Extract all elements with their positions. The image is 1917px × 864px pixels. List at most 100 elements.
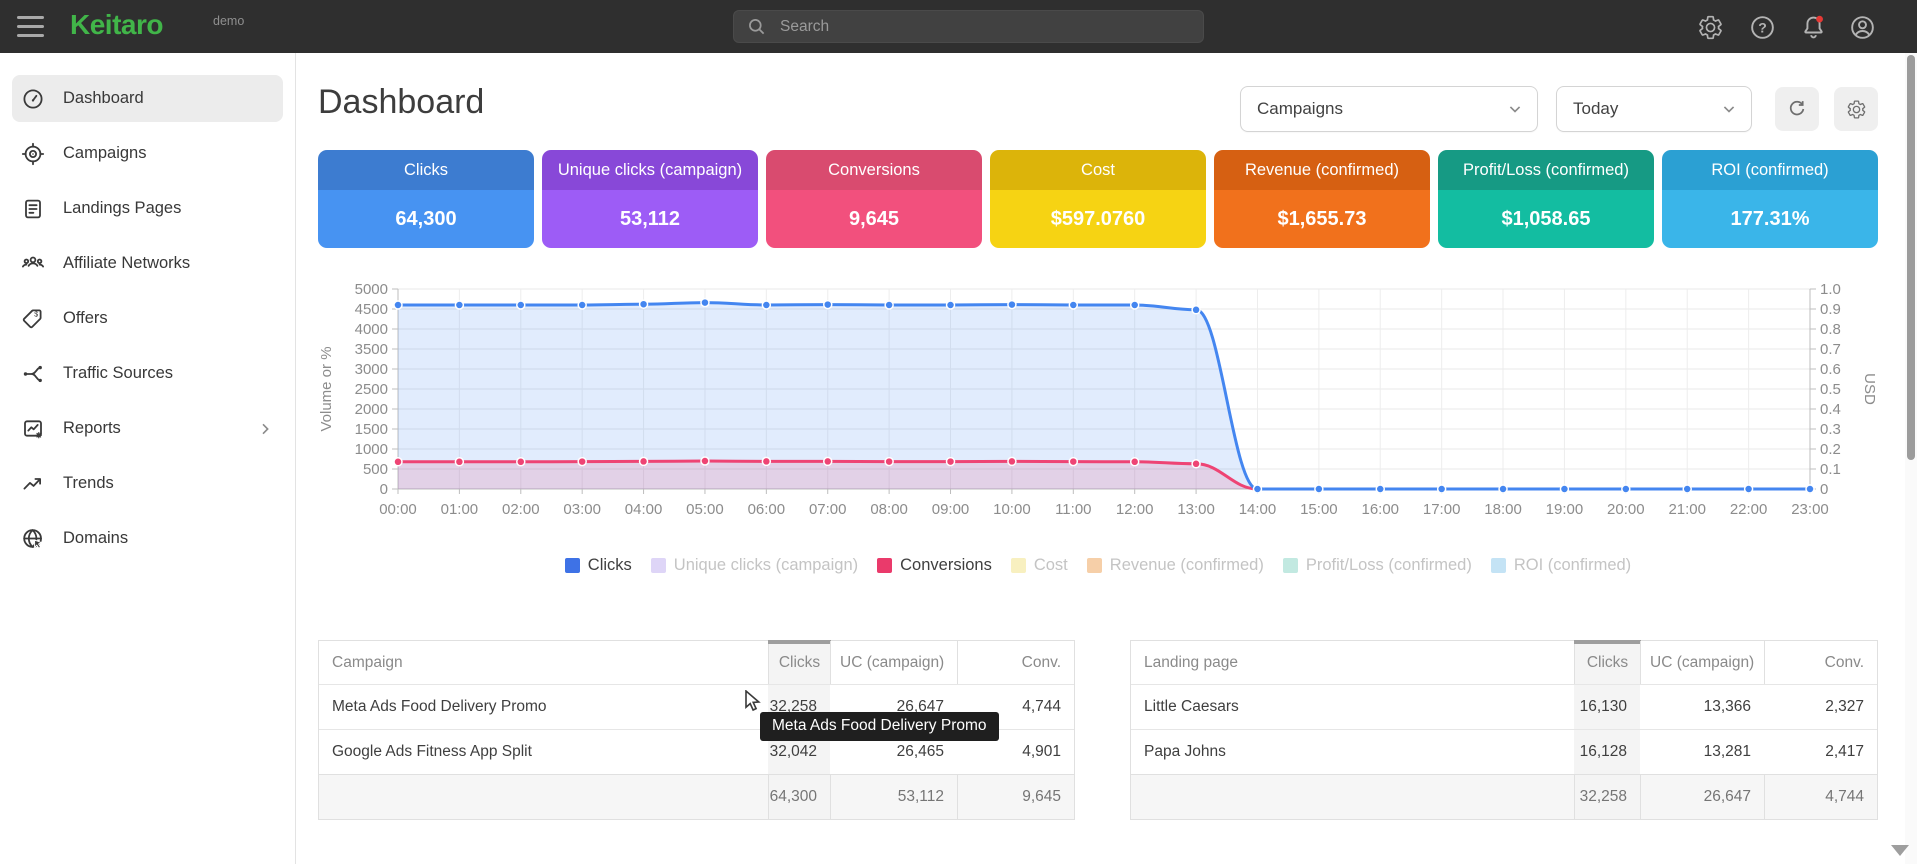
legend-item-revenue-confirmed[interactable]: Revenue (confirmed) <box>1087 556 1264 575</box>
metric-card-profit-loss-confirmed[interactable]: Profit/Loss (confirmed)$1,058.65 <box>1438 150 1654 248</box>
sidebar-item-label: Reports <box>63 419 121 438</box>
svg-text:09:00: 09:00 <box>932 501 970 518</box>
dashboard-settings-button[interactable] <box>1834 87 1878 131</box>
sidebar-item-campaigns[interactable]: Campaigns <box>0 126 295 181</box>
metric-card-conversions[interactable]: Conversions9,645 <box>766 150 982 248</box>
chart-legend: Clicks Unique clicks (campaign) Conversion… <box>318 551 1878 579</box>
branch-icon <box>21 362 45 386</box>
table-row[interactable]: Papa Johns16,12813,2812,417 <box>1131 729 1877 774</box>
legend-label: Revenue (confirmed) <box>1110 556 1264 575</box>
notifications-icon[interactable] <box>1800 14 1827 41</box>
chevron-down-icon <box>1719 99 1739 119</box>
metric-card-cost[interactable]: Cost$597.0760 <box>990 150 1206 248</box>
svg-text:0.9: 0.9 <box>1820 301 1841 318</box>
svg-text:23:00: 23:00 <box>1791 501 1829 518</box>
sidebar-item-label: Landings Pages <box>63 199 181 218</box>
row-uc: 13,281 <box>1640 730 1764 774</box>
legend-swatch <box>1491 558 1506 573</box>
row-label[interactable]: Google Ads Fitness App Split <box>319 730 768 774</box>
svg-text:00:00: 00:00 <box>379 501 417 518</box>
sidebar-item-traffic-sources[interactable]: Traffic Sources <box>0 346 295 401</box>
date-range-select[interactable]: Today <box>1556 86 1752 132</box>
table-header-uc-campaign[interactable]: UC (campaign) <box>830 641 957 684</box>
legend-item-conversions[interactable]: Conversions <box>877 556 992 575</box>
table-header-conv[interactable]: Conv. <box>957 641 1074 684</box>
logo-demo-badge: demo <box>213 14 244 28</box>
svg-text:0.4: 0.4 <box>1820 401 1841 418</box>
table-header-conv[interactable]: Conv. <box>1764 641 1877 684</box>
row-label[interactable]: Meta Ads Food Delivery Promo <box>319 685 768 729</box>
svg-text:08:00: 08:00 <box>870 501 908 518</box>
row-tooltip: Meta Ads Food Delivery Promo <box>760 712 999 741</box>
trend-up-icon <box>21 472 45 496</box>
sidebar-item-landings-pages[interactable]: Landings Pages <box>0 181 295 236</box>
global-search[interactable] <box>733 10 1204 43</box>
row-uc: 13,366 <box>1640 685 1764 729</box>
svg-text:03:00: 03:00 <box>563 501 601 518</box>
sidebar-item-domains[interactable]: Domains <box>0 511 295 566</box>
svg-text:0: 0 <box>380 481 388 498</box>
refresh-button[interactable] <box>1775 87 1819 131</box>
active-highlight <box>12 515 283 562</box>
metric-card-label: Revenue (confirmed) <box>1214 150 1430 190</box>
legend-label: ROI (confirmed) <box>1514 556 1631 575</box>
menu-toggle-icon[interactable] <box>17 16 44 37</box>
sidebar-item-offers[interactable]: $Offers <box>0 291 295 346</box>
active-highlight <box>12 460 283 507</box>
grouping-select-value: Campaigns <box>1257 99 1505 119</box>
metric-card-roi-confirmed[interactable]: ROI (confirmed)177.31% <box>1662 150 1878 248</box>
scrollbar-thumb[interactable] <box>1907 55 1915 460</box>
table-header-landing-page[interactable]: Landing page <box>1131 641 1574 684</box>
legend-label: Cost <box>1034 556 1068 575</box>
legend-item-profit-loss-confirmed[interactable]: Profit/Loss (confirmed) <box>1283 556 1472 575</box>
metric-card-value: 53,112 <box>542 190 758 248</box>
svg-text:0.7: 0.7 <box>1820 341 1841 358</box>
totals-uc: 26,647 <box>1640 775 1764 819</box>
legend-item-unique-clicks-campaign[interactable]: Unique clicks (campaign) <box>651 556 858 575</box>
row-conv: 2,327 <box>1764 685 1877 729</box>
metric-card-clicks[interactable]: Clicks64,300 <box>318 150 534 248</box>
legend-item-clicks[interactable]: Clicks <box>565 556 632 575</box>
search-icon <box>747 17 766 36</box>
help-icon[interactable]: ? <box>1749 14 1776 41</box>
totals-clicks: 64,300 <box>768 775 830 819</box>
grouping-select[interactable]: Campaigns <box>1240 86 1538 132</box>
totals-uc: 53,112 <box>830 775 957 819</box>
sidebar-nav: DashboardCampaigns Landings Pages Affiliat… <box>0 71 295 566</box>
table-header-clicks[interactable]: Clicks <box>768 641 830 684</box>
svg-text:500: 500 <box>363 461 388 478</box>
metric-card-label: ROI (confirmed) <box>1662 150 1878 190</box>
keitaro-logo[interactable]: Keitaro <box>70 9 163 41</box>
landing-doc-icon <box>21 197 45 221</box>
row-label[interactable]: Papa Johns <box>1131 730 1574 774</box>
metric-card-unique-clicks-campaign[interactable]: Unique clicks (campaign)53,112 <box>542 150 758 248</box>
sidebar-item-affiliate-networks[interactable]: Affiliate Networks <box>0 236 295 291</box>
row-label[interactable]: Little Caesars <box>1131 685 1574 729</box>
svg-text:0.1: 0.1 <box>1820 461 1841 478</box>
table-header-uc-campaign[interactable]: UC (campaign) <box>1640 641 1764 684</box>
active-highlight <box>12 405 283 452</box>
search-input[interactable] <box>778 17 1203 37</box>
metric-card-revenue-confirmed[interactable]: Revenue (confirmed)$1,655.73 <box>1214 150 1430 248</box>
totals-clicks: 32,258 <box>1574 775 1640 819</box>
legend-item-cost[interactable]: Cost <box>1011 556 1068 575</box>
svg-text:5000: 5000 <box>355 281 388 298</box>
table-row[interactable]: Little Caesars16,13013,3662,327 <box>1131 684 1877 729</box>
sidebar-item-label: Domains <box>63 529 128 548</box>
svg-text:18:00: 18:00 <box>1484 501 1522 518</box>
scroll-down-arrow-icon[interactable] <box>1891 845 1909 856</box>
account-icon[interactable] <box>1849 14 1876 41</box>
metric-cards-row: Clicks64,300Unique clicks (campaign)53,1… <box>318 150 1878 248</box>
svg-text:Volume or %: Volume or % <box>318 346 335 431</box>
metric-card-label: Unique clicks (campaign) <box>542 150 758 190</box>
settings-icon[interactable] <box>1697 14 1724 41</box>
legend-item-roi-confirmed[interactable]: ROI (confirmed) <box>1491 556 1631 575</box>
active-highlight <box>12 75 283 122</box>
sidebar-item-dashboard[interactable]: Dashboard <box>0 71 295 126</box>
sidebar-item-trends[interactable]: Trends <box>0 456 295 511</box>
svg-text:3000: 3000 <box>355 361 388 378</box>
table-header-clicks[interactable]: Clicks <box>1574 641 1640 684</box>
target-icon <box>21 142 45 166</box>
sidebar-item-reports[interactable]: Reports <box>0 401 295 456</box>
table-header-campaign[interactable]: Campaign <box>319 641 768 684</box>
